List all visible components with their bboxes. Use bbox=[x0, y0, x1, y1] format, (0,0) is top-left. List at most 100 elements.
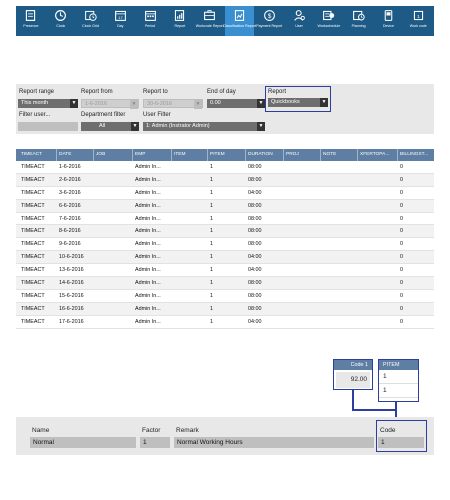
table-cell: 1 bbox=[210, 176, 213, 183]
table-cell: TIMEACT bbox=[21, 189, 45, 196]
report-label: Report bbox=[268, 89, 287, 95]
table-cell: 1-6-2016 bbox=[59, 164, 81, 170]
column-header[interactable]: TIMEACT bbox=[21, 152, 42, 157]
table-body: TIMEACT 1-6-2016 Admin In... 1 08:00 0 TIMEACT… bbox=[16, 161, 434, 329]
column-header[interactable]: PITEM bbox=[210, 152, 225, 157]
column-divider[interactable] bbox=[171, 149, 172, 161]
column-header[interactable]: DATE bbox=[59, 152, 71, 157]
toolbar-presence[interactable]: Presence bbox=[16, 6, 46, 36]
toolbar-workschedule[interactable]: Workschedule bbox=[314, 6, 344, 36]
chevron-down-icon: ▼ bbox=[257, 122, 265, 131]
toolbar-classification-report[interactable]: Classification Report bbox=[223, 6, 256, 36]
table-cell: 16-6-2016 bbox=[59, 305, 84, 312]
toolbar-label: Classification Report bbox=[223, 24, 256, 28]
column-divider[interactable] bbox=[283, 149, 284, 161]
remark-value[interactable]: Normal Working Hours bbox=[174, 437, 374, 448]
toolbar-work-code[interactable]: 1 Work code bbox=[403, 6, 433, 36]
table-cell: TIMEACT bbox=[21, 228, 45, 235]
main-toolbar: Presence Clock Clock Grid 17 Day Period … bbox=[16, 6, 434, 36]
table-cell: 08:00 bbox=[248, 164, 262, 170]
table-cell: TIMEACT bbox=[21, 292, 45, 299]
table-row[interactable]: TIMEACT 16-6-2016 Admin In... 1 08:00 0 bbox=[16, 302, 434, 316]
table-cell: 1 bbox=[210, 164, 213, 170]
toolbar-period[interactable]: Period bbox=[135, 6, 165, 36]
factor-value[interactable]: 1 bbox=[140, 437, 170, 448]
table-cell: TIMEACT bbox=[21, 241, 45, 248]
department-filter-select[interactable]: All ▼ bbox=[81, 122, 139, 131]
end-of-day-value: 0.00 bbox=[210, 100, 221, 106]
column-header[interactable]: BILLINGST... bbox=[400, 152, 428, 157]
column-divider[interactable] bbox=[93, 149, 94, 161]
table-cell: 17-6-2016 bbox=[59, 318, 84, 325]
table-row[interactable]: TIMEACT 7-6-2016 Admin In... 1 08:00 0 bbox=[16, 213, 434, 226]
column-header[interactable]: PROJ bbox=[286, 152, 299, 157]
column-divider[interactable] bbox=[245, 149, 246, 161]
pitem-value: 1 bbox=[379, 384, 418, 398]
table-row[interactable]: TIMEACT 10-6-2016 Admin In... 1 04:00 0 bbox=[16, 251, 434, 265]
table-row[interactable]: TIMEACT 6-6-2016 Admin In... 1 08:00 0 bbox=[16, 199, 434, 213]
table-row[interactable]: TIMEACT 1-6-2016 Admin In... 1 08:00 0 bbox=[16, 161, 434, 174]
toolbar-user[interactable]: User bbox=[284, 6, 314, 36]
table-row[interactable]: TIMEACT 9-6-2016 Admin In... 1 08:00 0 bbox=[16, 238, 434, 252]
table-row[interactable]: TIMEACT 14-6-2016 Admin In... 1 08:00 0 bbox=[16, 277, 434, 290]
report-range-select[interactable]: This month ▼ bbox=[18, 99, 78, 108]
toolbar-report[interactable]: Report bbox=[165, 6, 195, 36]
table-row[interactable]: TIMEACT 13-6-2016 Admin In... 1 04:00 0 bbox=[16, 264, 434, 278]
table-row[interactable]: TIMEACT 8-6-2016 Admin In... 1 08:00 0 bbox=[16, 225, 434, 239]
column-header[interactable]: ITEM bbox=[174, 152, 185, 157]
chevron-down-icon: ▼ bbox=[194, 100, 202, 109]
table-row[interactable]: TIMEACT 3-6-2016 Admin In... 1 04:00 0 bbox=[16, 187, 434, 200]
column-header[interactable]: EMP bbox=[135, 152, 145, 157]
toolbar-day[interactable]: 17 Day bbox=[105, 6, 135, 36]
table-cell: Admin In... bbox=[135, 176, 161, 183]
column-divider[interactable] bbox=[320, 149, 321, 161]
toolbar-planning[interactable]: Planning bbox=[344, 6, 374, 36]
column-divider[interactable] bbox=[56, 149, 57, 161]
column-divider[interactable] bbox=[397, 149, 398, 161]
table-cell: Admin In... bbox=[135, 254, 161, 261]
column-header[interactable]: DURATION bbox=[248, 152, 273, 157]
report-from-label: Report from bbox=[81, 89, 113, 95]
name-value[interactable]: Normal bbox=[30, 437, 136, 448]
toolbar-workcode-report[interactable]: Workcode Report bbox=[195, 6, 225, 36]
table-cell: 10-6-2016 bbox=[59, 254, 84, 261]
table-cell: TIMEACT bbox=[21, 267, 45, 274]
table-cell: 13-6-2016 bbox=[59, 267, 84, 274]
end-of-day-select[interactable]: 0.00 ▼ bbox=[207, 99, 265, 108]
table-cell: 3-6-2016 bbox=[59, 189, 81, 196]
toolbar-clock[interactable]: Clock bbox=[46, 6, 76, 36]
filter-user-input[interactable] bbox=[18, 122, 78, 131]
table-row[interactable]: TIMEACT 2-6-2016 Admin In... 1 08:00 0 bbox=[16, 173, 434, 187]
column-header[interactable]: NOTE bbox=[323, 152, 336, 157]
table-row[interactable]: TIMEACT 15-6-2016 Admin In... 1 08:00 0 bbox=[16, 290, 434, 303]
chevron-down-icon: ▼ bbox=[131, 122, 139, 131]
svg-text:$: $ bbox=[267, 13, 271, 20]
svg-text:17: 17 bbox=[118, 15, 123, 20]
table-cell: 0 bbox=[400, 318, 403, 325]
table-cell: 0 bbox=[400, 292, 403, 299]
toolbar-device[interactable]: Device bbox=[374, 6, 404, 36]
column-header[interactable]: XFERTOPA... bbox=[360, 152, 389, 157]
table-cell: 0 bbox=[400, 241, 403, 248]
planning-icon bbox=[353, 10, 365, 21]
toolbar-payment-report[interactable]: $ Payment Report bbox=[254, 6, 284, 36]
column-divider[interactable] bbox=[132, 149, 133, 161]
report-from-select[interactable]: 1-6-2016 ▼ bbox=[81, 99, 139, 109]
table-row[interactable]: TIMEACT 17-6-2016 Admin In... 1 04:00 0 bbox=[16, 316, 434, 329]
table-cell: TIMEACT bbox=[21, 305, 45, 312]
user-filter-select[interactable]: 1: Admin (Instrator Admin) ▼ bbox=[143, 122, 265, 131]
table-cell: Admin In... bbox=[135, 305, 161, 312]
report-to-select[interactable]: 30-6-2016 ▼ bbox=[143, 99, 203, 109]
toolbar-label: Workcode Report bbox=[195, 24, 224, 28]
toolbar-label: Presence bbox=[23, 24, 39, 28]
table-cell: Admin In... bbox=[135, 318, 161, 325]
table-cell: TIMEACT bbox=[21, 318, 45, 325]
column-divider[interactable] bbox=[357, 149, 358, 161]
column-divider[interactable] bbox=[207, 149, 208, 161]
table-cell: Admin In... bbox=[135, 189, 161, 196]
column-header[interactable]: JOB bbox=[96, 152, 105, 157]
toolbar-label: Payment Report bbox=[256, 24, 283, 28]
chevron-down-icon: ▼ bbox=[320, 98, 328, 107]
toolbar-clock-grid[interactable]: Clock Grid bbox=[76, 6, 106, 36]
report-select[interactable]: Quickbooks ▼ bbox=[268, 98, 328, 107]
